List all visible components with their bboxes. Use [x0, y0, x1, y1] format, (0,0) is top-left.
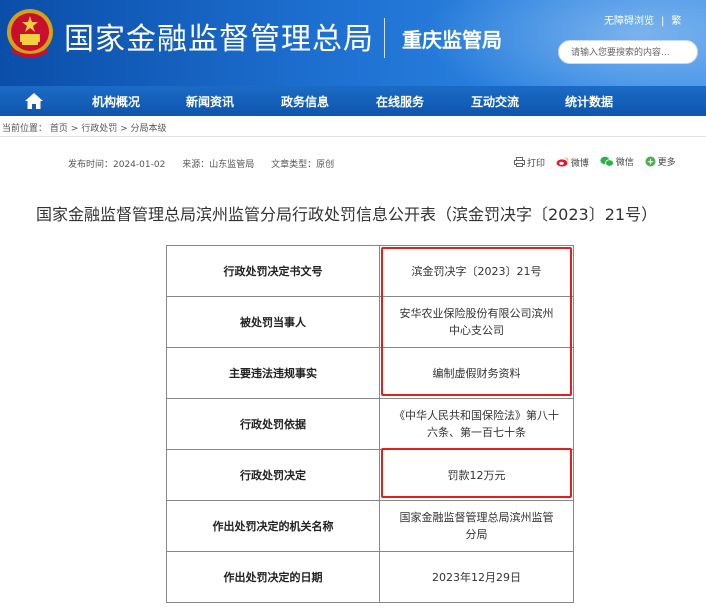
site-header: 国家金融监督管理总局 重庆监管局 无障碍浏览 | 繁 [0, 0, 706, 86]
breadcrumb-separator: > [120, 124, 131, 134]
row-label: 行政处罚决定书文号 [166, 245, 380, 297]
row-value: 2023年12月29日 [379, 551, 574, 603]
weibo-icon [556, 157, 569, 167]
row-value: 国家金融监督管理总局滨州监管分局 [379, 500, 574, 552]
print-button[interactable]: 打印 [514, 156, 545, 169]
search-input[interactable] [571, 45, 689, 61]
accessibility-link[interactable]: 无障碍浏览 [604, 12, 654, 27]
header-divider [384, 18, 385, 58]
org-title[interactable]: 国家金融监督管理总局 [64, 14, 374, 58]
article-meta: 发布时间：2024-01-02 来源：山东监管局 文章类型：原创 [68, 157, 348, 170]
nav-item-statistics[interactable]: 统计数据 [565, 93, 613, 110]
traditional-chinese-link[interactable]: 繁 [671, 12, 681, 27]
row-label: 主要违法违规事实 [166, 347, 380, 399]
table-row: 作出处罚决定的机关名称 国家金融监督管理总局滨州监管分局 [166, 500, 574, 552]
weibo-button[interactable]: 微博 [556, 156, 589, 169]
print-label: 打印 [527, 158, 546, 169]
article-source: 来源：山东监管局 [182, 160, 255, 170]
article-type: 文章类型：原创 [271, 160, 335, 170]
row-label: 行政处罚决定 [166, 449, 380, 501]
breadcrumb-penalty[interactable]: 行政处罚 [81, 124, 117, 134]
article-title: 国家金融监督管理总局滨州监管分局行政处罚信息公开表（滨金罚决字〔2023〕21号… [36, 205, 658, 224]
wechat-label: 微信 [615, 158, 634, 168]
row-label: 被处罚当事人 [166, 296, 380, 348]
print-icon [514, 157, 525, 167]
nav-item-interaction[interactable]: 互动交流 [471, 93, 519, 110]
more-icon [645, 156, 656, 167]
row-value: 《中华人民共和国保险法》第八十六条、第一百七十条 [379, 398, 574, 450]
breadcrumb-branch[interactable]: 分局本级 [130, 124, 166, 134]
breadcrumb-home[interactable]: 首页 [50, 124, 68, 134]
row-label: 作出处罚决定的日期 [166, 551, 380, 603]
home-icon[interactable] [24, 92, 44, 110]
branch-title[interactable]: 重庆监管局 [402, 24, 502, 53]
table-row: 行政处罚依据 《中华人民共和国保险法》第八十六条、第一百七十条 [166, 398, 574, 450]
national-emblem-icon [7, 9, 53, 58]
breadcrumb-divider [0, 136, 706, 137]
wechat-button[interactable]: 微信 [600, 155, 634, 168]
highlight-box-fine [381, 448, 572, 498]
link-separator: | [661, 16, 665, 27]
wechat-icon [600, 156, 614, 167]
search-box [558, 40, 698, 64]
weibo-label: 微博 [570, 158, 589, 169]
more-label: 更多 [657, 158, 676, 168]
table-row: 作出处罚决定的日期 2023年12月29日 [166, 551, 574, 603]
breadcrumb: 当前位置： 首页 > 行政处罚 > 分局本级 [2, 121, 167, 134]
breadcrumb-separator: > [70, 124, 82, 134]
more-button[interactable]: 更多 [645, 155, 676, 168]
nav-item-gov-info[interactable]: 政务信息 [281, 93, 329, 110]
top-links: 无障碍浏览 | 繁 [604, 12, 681, 27]
publish-time: 发布时间：2024-01-02 [68, 160, 166, 170]
share-bar: 打印 微博 微信 更多 [514, 155, 684, 170]
breadcrumb-prefix: 当前位置： [2, 124, 48, 134]
nav-item-about[interactable]: 机构概况 [92, 93, 140, 110]
row-label: 作出处罚决定的机关名称 [166, 500, 380, 552]
highlight-box-top [381, 247, 572, 396]
nav-item-online-service[interactable]: 在线服务 [376, 93, 424, 110]
main-nav: 机构概况 新闻资讯 政务信息 在线服务 互动交流 统计数据 [0, 86, 706, 116]
nav-item-news[interactable]: 新闻资讯 [186, 93, 234, 110]
row-label: 行政处罚依据 [166, 398, 380, 450]
